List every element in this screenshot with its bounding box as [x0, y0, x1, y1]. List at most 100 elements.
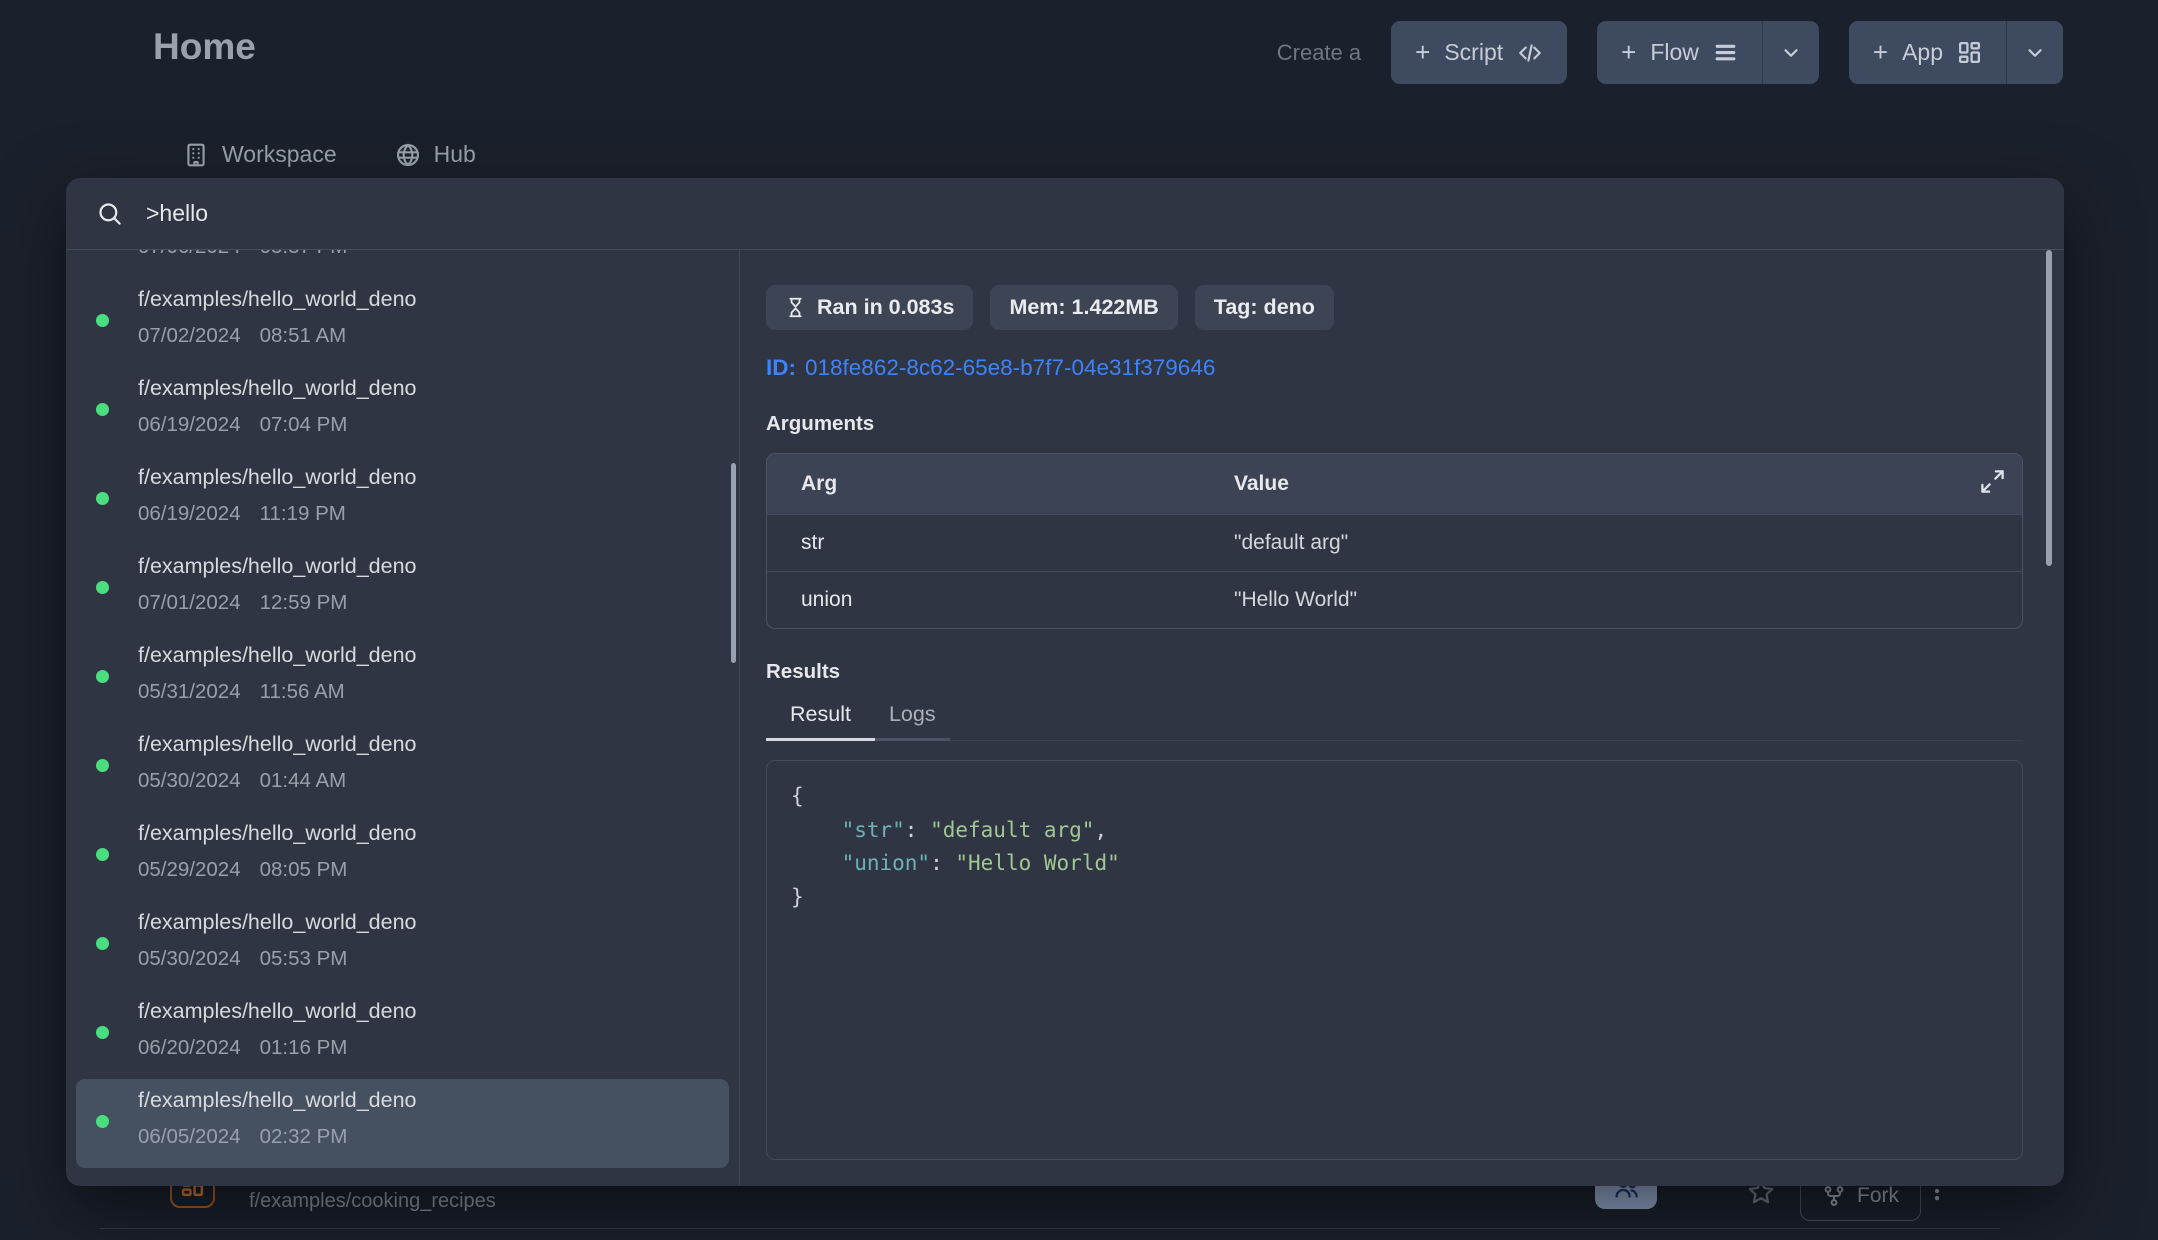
create-app-label: App — [1902, 39, 1943, 66]
chevron-down-icon — [2024, 42, 2046, 64]
plus-icon: + — [1873, 39, 1888, 65]
detail-panel-scrollbar[interactable] — [2046, 250, 2052, 566]
run-time-label: 08:05 PM — [260, 858, 348, 882]
hub-app-row-cooking-recipes[interactable]: f/examples/cooking_recipes Fork — [66, 1190, 2064, 1240]
create-flow-button[interactable]: + Flow — [1597, 21, 1762, 84]
value-column-header: Value — [1234, 472, 2022, 496]
chevron-down-icon — [1780, 42, 1802, 64]
arg-value-cell: "Hello World" — [1234, 588, 2022, 612]
run-path-label: f/examples/hello_world_deno — [138, 465, 713, 490]
run-list-item[interactable]: f/examples/hello_world_deno 06/19/2024 0… — [76, 367, 729, 456]
building-icon — [183, 142, 209, 168]
create-app-split-button: + App — [1849, 21, 2063, 84]
tab-logs[interactable]: Logs — [875, 702, 950, 741]
run-id-value: 018fe862-8c62-65e8-b7f7-04e31f379646 — [805, 355, 1215, 380]
success-dot-icon — [96, 670, 109, 683]
flow-icon — [1713, 40, 1738, 65]
run-time-label: 07:04 PM — [260, 413, 348, 437]
run-list-item[interactable]: f/examples/hello_world_deno 07/01/2024 1… — [76, 545, 729, 634]
create-flow-label: Flow — [1650, 39, 1699, 66]
run-list-item[interactable]: f/examples/hello_world_deno 05/30/2024 0… — [76, 901, 729, 990]
app-path-label: f/examples/cooking_recipes — [215, 1190, 496, 1213]
run-path-label: f/examples/hello_world_deno — [138, 732, 713, 757]
success-dot-icon — [96, 1115, 109, 1128]
run-time-label: 05:37 PM — [260, 250, 348, 259]
tab-result[interactable]: Result — [766, 702, 875, 741]
run-date-label: 06/19/2024 — [138, 502, 241, 526]
create-script-label: Script — [1444, 39, 1503, 66]
memory-badge-label: Mem: 1.422MB — [1009, 295, 1158, 320]
run-date-label: 05/30/2024 — [138, 947, 241, 971]
arguments-table: Arg Value str "default arg" union "Hello… — [766, 453, 2023, 629]
success-dot-icon — [96, 1026, 109, 1039]
create-app-dropdown-button[interactable] — [2006, 21, 2063, 84]
arg-name-cell: str — [767, 531, 1234, 555]
run-time-label: 01:16 PM — [260, 1036, 348, 1060]
table-row: union "Hello World" — [767, 571, 2022, 628]
success-dot-icon — [96, 492, 109, 505]
run-date-label: 05/30/2024 — [138, 769, 241, 793]
success-dot-icon — [96, 759, 109, 772]
duration-badge: Ran in 0.083s — [766, 285, 973, 330]
run-time-label: 05:53 PM — [260, 947, 348, 971]
tag-badge: Tag: deno — [1195, 285, 1334, 330]
run-path-label: f/examples/hello_world_deno — [138, 910, 713, 935]
run-date-label: 07/01/2024 — [138, 591, 241, 615]
run-list-item[interactable]: f/examples/hello_world_deno 05/30/2024 0… — [76, 723, 729, 812]
fork-button-label: Fork — [1857, 1184, 1899, 1208]
run-list-item[interactable]: f/examples/hello_world_deno 06/20/2024 0… — [76, 990, 729, 1079]
run-list-item[interactable]: f/examples/hello_world_deno 06/19/2024 1… — [76, 456, 729, 545]
plus-icon: + — [1621, 39, 1636, 65]
layout-dashboard-icon — [1957, 40, 1982, 65]
run-path-label: f/examples/hello_world_deno — [138, 287, 713, 312]
run-path-label: f/examples/hello_world_deno — [138, 821, 713, 846]
run-date-label: 06/20/2024 — [138, 1036, 241, 1060]
create-flow-dropdown-button[interactable] — [1762, 21, 1819, 84]
tab-workspace-label: Workspace — [222, 141, 337, 168]
create-app-button[interactable]: + App — [1849, 21, 2006, 84]
hourglass-icon — [785, 297, 806, 318]
run-date-label: 07/02/2024 — [138, 324, 241, 348]
run-date-label: 05/29/2024 — [138, 858, 241, 882]
run-list-item[interactable]: f/examples/hello_world_deno 05/29/2024 0… — [76, 812, 729, 901]
windmill-home-page: { "page_title": "Home", "topbar": { "cre… — [0, 0, 2158, 1240]
run-time-label: 11:19 PM — [260, 502, 346, 526]
create-script-button[interactable]: + Script — [1391, 21, 1567, 84]
tab-hub[interactable]: Hub — [395, 141, 476, 168]
plus-icon: + — [1415, 39, 1430, 65]
git-fork-icon — [1822, 1184, 1846, 1208]
create-toolbar: Create a + Script + Flow + App — [1277, 21, 2063, 84]
create-prefix-label: Create a — [1277, 40, 1361, 66]
run-id-link[interactable]: ID: 018fe862-8c62-65e8-b7f7-04e31f379646 — [766, 355, 2023, 381]
run-time-label: 02:32 PM — [260, 1125, 348, 1149]
run-time-label: 11:56 AM — [260, 680, 345, 704]
arg-column-header: Arg — [767, 472, 1234, 496]
run-path-label: f/examples/hello_world_deno — [138, 999, 713, 1024]
success-dot-icon — [96, 314, 109, 327]
run-path-label: f/examples/hello_world_deno — [138, 643, 713, 668]
arguments-table-header: Arg Value — [767, 454, 2022, 514]
success-dot-icon — [96, 581, 109, 594]
run-list-item[interactable]: f/examples/hello_world_deno 05/31/2024 1… — [76, 634, 729, 723]
global-search-modal: f/examples/hello_world_deno 07/06/2024 0… — [66, 178, 2064, 1186]
result-json-viewer: { "str": "default arg", "union": "Hello … — [766, 760, 2023, 1160]
create-flow-split-button: + Flow — [1597, 21, 1819, 84]
run-list-item[interactable]: f/examples/hello_world_deno 06/05/2024 0… — [76, 1079, 729, 1168]
arguments-title: Arguments — [766, 412, 2023, 436]
run-list-item[interactable]: f/examples/hello_world_deno 07/06/2024 0… — [76, 250, 729, 278]
run-list-item[interactable]: f/examples/hello_world_deno 07/02/2024 0… — [76, 278, 729, 367]
run-id-label: ID: — [766, 355, 796, 380]
results-title: Results — [766, 660, 2023, 684]
search-input[interactable] — [146, 200, 2034, 227]
run-path-label: f/examples/hello_world_deno — [138, 554, 713, 579]
results-tabs: Result Logs — [766, 702, 2023, 741]
arg-name-cell: union — [767, 588, 1234, 612]
run-time-label: 08:51 AM — [260, 324, 347, 348]
run-time-label: 01:44 AM — [260, 769, 347, 793]
run-time-label: 12:59 PM — [260, 591, 348, 615]
success-dot-icon — [96, 403, 109, 416]
runs-list-scrollbar[interactable] — [731, 463, 736, 663]
tab-workspace[interactable]: Workspace — [183, 141, 337, 168]
expand-icon[interactable] — [1979, 468, 2006, 495]
duration-badge-label: Ran in 0.083s — [817, 295, 954, 320]
